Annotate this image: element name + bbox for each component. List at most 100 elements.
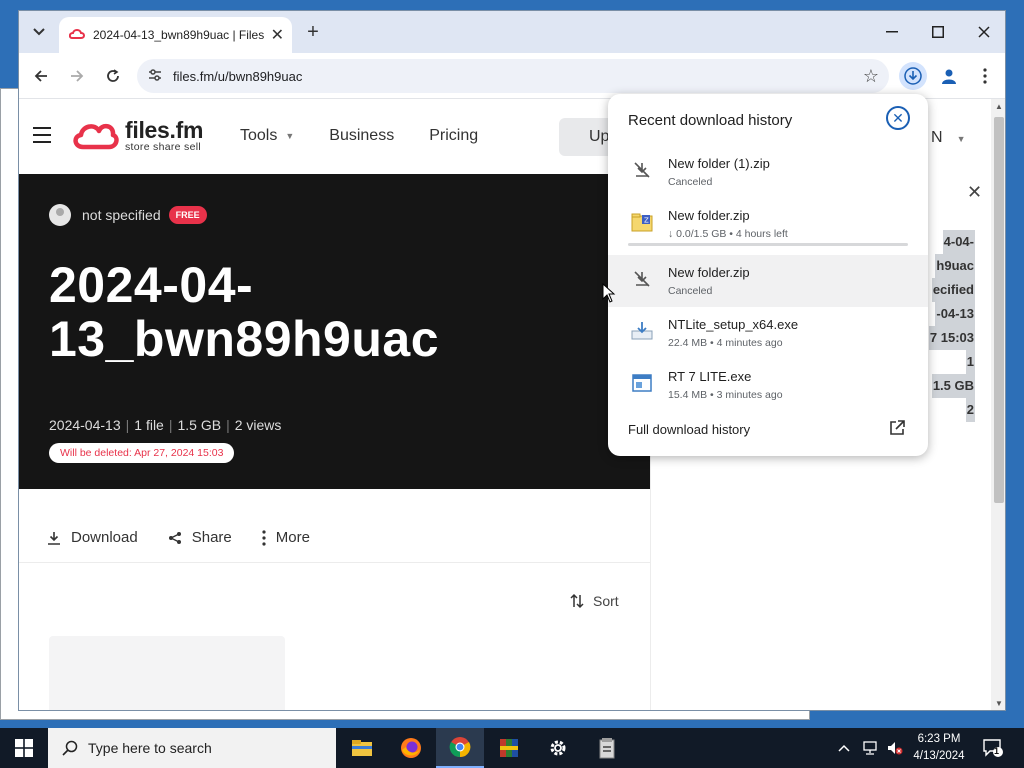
reload-icon bbox=[107, 69, 119, 82]
address-bar[interactable]: files.fm/u/bwn89h9uac ☆ bbox=[137, 59, 889, 93]
scroll-up-icon[interactable]: ▲ bbox=[995, 102, 1003, 111]
download-name: NTLite_setup_x64.exe bbox=[668, 317, 799, 332]
minimize-button[interactable] bbox=[869, 11, 915, 53]
tray-expand-icon[interactable] bbox=[838, 728, 850, 768]
scroll-down-icon[interactable]: ▼ bbox=[995, 699, 1003, 708]
share-label: Share bbox=[191, 529, 232, 546]
settings-gear-icon[interactable] bbox=[534, 728, 582, 768]
svg-text:Z: Z bbox=[644, 217, 649, 225]
reload-button[interactable] bbox=[99, 62, 127, 90]
more-label: More bbox=[275, 529, 310, 546]
scrollbar-thumb[interactable] bbox=[994, 117, 1004, 503]
language-label: N bbox=[931, 129, 943, 146]
download-item[interactable]: RT 7 LITE.exe 15.4 MB • 3 minutes ago bbox=[608, 359, 928, 411]
detail-value: 1.5 GB bbox=[931, 374, 975, 398]
maximize-button[interactable] bbox=[915, 11, 961, 53]
forward-button[interactable] bbox=[63, 62, 91, 90]
system-clock[interactable]: 6:23 PM 4/13/2024 bbox=[906, 731, 972, 765]
winrar-icon[interactable] bbox=[485, 728, 533, 768]
details-values: 4-04- h9uac ecified -04-13 7 15:03 1 1.5… bbox=[928, 230, 975, 422]
network-icon[interactable] bbox=[862, 728, 880, 768]
volume-muted-icon[interactable] bbox=[886, 728, 904, 768]
chrome-icon[interactable] bbox=[436, 728, 484, 768]
download-icon bbox=[48, 531, 60, 545]
download-label: Download bbox=[71, 529, 138, 546]
taskbar-search[interactable]: Type here to search bbox=[48, 728, 336, 768]
main-nav: Tools ▼ Business Pricing bbox=[240, 127, 513, 145]
hamburger-menu-icon[interactable] bbox=[33, 127, 51, 148]
upload-title: 2024-04-13_bwn89h9uac bbox=[49, 257, 440, 367]
open-external-icon[interactable] bbox=[888, 419, 906, 437]
files-fm-cloud-logo-icon bbox=[73, 124, 119, 150]
firefox-icon[interactable] bbox=[387, 728, 435, 768]
tab-active[interactable]: 2024-04-13_bwn89h9uac | Files ✕ bbox=[59, 17, 292, 53]
download-item[interactable]: New folder.zip Canceled bbox=[608, 255, 928, 307]
close-window-button[interactable] bbox=[961, 11, 1005, 53]
clock-date: 4/13/2024 bbox=[913, 750, 965, 762]
share-action[interactable]: Share bbox=[168, 529, 232, 546]
sort-button[interactable]: Sort bbox=[569, 593, 619, 609]
notification-center-button[interactable]: 1 bbox=[982, 728, 1004, 768]
logo-name: files.fm bbox=[125, 117, 204, 143]
nav-pricing[interactable]: Pricing bbox=[429, 127, 478, 145]
files-fm-favicon-icon bbox=[69, 29, 85, 39]
file-card-placeholder[interactable] bbox=[49, 636, 285, 710]
tab-close-icon[interactable]: ✕ bbox=[271, 25, 284, 45]
url-text: files.fm/u/bwn89h9uac bbox=[173, 68, 303, 84]
meta-files: 1 file bbox=[134, 417, 164, 433]
close-popup-icon[interactable]: ✕ bbox=[886, 106, 910, 130]
download-name: New folder (1).zip bbox=[668, 156, 770, 171]
share-icon bbox=[168, 531, 181, 544]
arrow-left-icon bbox=[34, 70, 47, 82]
language-selector[interactable]: N ▼ bbox=[931, 129, 965, 147]
file-explorer-icon[interactable] bbox=[338, 728, 386, 768]
tab-search-button[interactable] bbox=[25, 19, 53, 45]
detail-value: 1 bbox=[965, 350, 975, 374]
start-button[interactable] bbox=[0, 728, 48, 768]
downloads-button[interactable] bbox=[899, 62, 927, 90]
site-info-icon[interactable] bbox=[137, 68, 173, 84]
bookmark-star-icon[interactable]: ☆ bbox=[853, 66, 889, 87]
nav-business[interactable]: Business bbox=[329, 127, 394, 145]
more-vertical-icon bbox=[983, 68, 987, 84]
browser-toolbar: files.fm/u/bwn89h9uac ☆ bbox=[19, 53, 1005, 99]
more-action[interactable]: More bbox=[262, 529, 310, 546]
avatar bbox=[49, 204, 71, 226]
meta-views: 2 views bbox=[234, 417, 282, 433]
arrow-right-icon bbox=[71, 70, 84, 82]
page-scrollbar[interactable]: ▲ ▼ bbox=[991, 99, 1005, 710]
installer-icon bbox=[630, 319, 654, 343]
action-bar: Download Share More bbox=[19, 513, 650, 563]
download-name: New folder.zip bbox=[668, 265, 750, 280]
download-item[interactable]: NTLite_setup_x64.exe 22.4 MB • 4 minutes… bbox=[608, 307, 928, 359]
download-item[interactable]: New folder (1).zip Canceled bbox=[608, 146, 928, 198]
caret-down-icon: ▼ bbox=[285, 130, 295, 141]
detail-value: h9uac bbox=[935, 254, 975, 278]
installer-app-icon[interactable] bbox=[583, 728, 631, 768]
nav-tools[interactable]: Tools ▼ bbox=[240, 127, 294, 145]
caret-down-icon: ▼ bbox=[956, 134, 966, 144]
download-action[interactable]: Download bbox=[47, 529, 138, 546]
full-download-history-link[interactable]: Full download history bbox=[628, 422, 750, 437]
back-button[interactable] bbox=[27, 62, 55, 90]
delete-notice: Will be deleted: Apr 27, 2024 15:03 bbox=[49, 443, 235, 463]
new-tab-button[interactable]: + bbox=[301, 21, 325, 45]
more-vertical-icon bbox=[262, 529, 266, 546]
sort-icon bbox=[570, 593, 584, 609]
site-logo[interactable]: files.fm store share sell bbox=[71, 119, 203, 153]
file-hero: not specified FREE 2024-04-13_bwn89h9uac… bbox=[19, 174, 650, 489]
download-progress-bar bbox=[628, 243, 908, 246]
zip-folder-icon: Z bbox=[630, 210, 654, 234]
detail-value: -04-13 bbox=[935, 302, 975, 326]
notification-count: 1 bbox=[994, 746, 1000, 756]
browser-menu-button[interactable] bbox=[971, 62, 999, 90]
meta-date: 2024-04-13 bbox=[49, 417, 121, 433]
download-status: Canceled bbox=[668, 176, 713, 188]
profile-button[interactable] bbox=[935, 62, 963, 90]
download-status: 22.4 MB • 4 minutes ago bbox=[668, 337, 783, 349]
notification-icon bbox=[983, 739, 1003, 757]
close-icon[interactable]: ✕ bbox=[967, 182, 982, 203]
minimize-icon bbox=[886, 31, 898, 33]
logo-tagline: store share sell bbox=[125, 141, 201, 153]
detail-value: ecified bbox=[931, 278, 975, 302]
